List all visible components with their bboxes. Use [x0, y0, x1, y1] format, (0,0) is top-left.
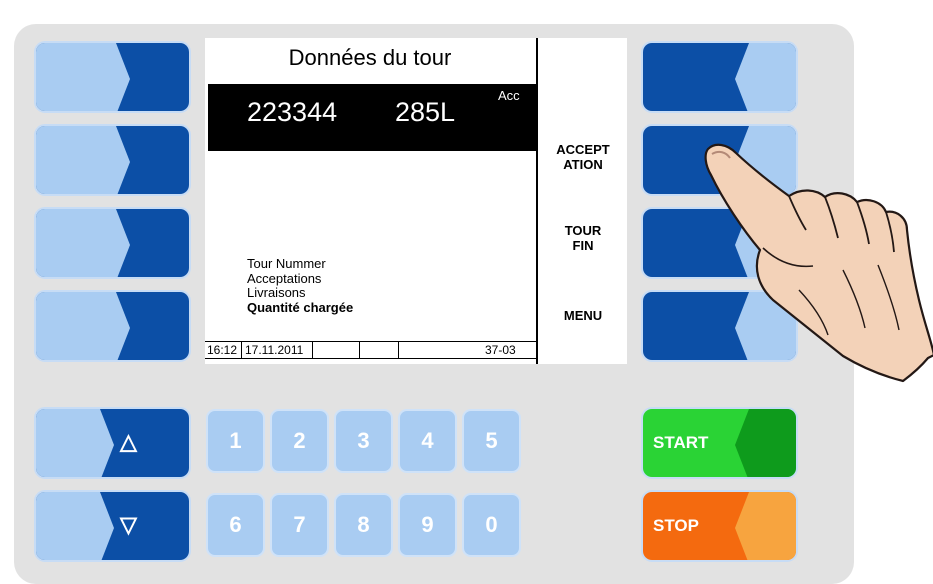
status-bar: 16:12 17.11.2011 37-03	[205, 341, 536, 359]
stop-button[interactable]: STOP	[641, 490, 798, 562]
key-3[interactable]: 3	[334, 409, 393, 473]
stop-label: STOP	[653, 516, 699, 535]
scroll-down-button[interactable]: ▽	[34, 490, 191, 562]
softkey-label-line: ACCEPT	[556, 142, 610, 157]
pointing-hand-icon	[704, 143, 933, 383]
softkey-label-tour-fin: TOUR FIN	[541, 223, 625, 253]
key-8[interactable]: 8	[334, 493, 393, 557]
info-acceptations: Acceptations	[247, 270, 322, 286]
key-4[interactable]: 4	[398, 409, 457, 473]
scroll-up-button[interactable]: △	[34, 407, 191, 479]
softkey-label-menu: MENU	[563, 308, 603, 323]
tour-data-bar: 223344 285L Acc	[208, 84, 536, 151]
info-quantite-chargee: Quantité chargée	[247, 299, 354, 315]
status-code: 37-03	[485, 343, 516, 357]
bar-truncated-label: Acc	[498, 88, 520, 103]
key-6[interactable]: 6	[206, 493, 265, 557]
left-softkey-3[interactable]	[34, 207, 191, 279]
left-softkey-2[interactable]	[34, 124, 191, 196]
right-softkey-1[interactable]	[641, 41, 798, 113]
status-date: 17.11.2011	[245, 343, 304, 357]
info-tour-nummer: Tour Nummer	[247, 256, 326, 271]
status-divider	[312, 342, 313, 358]
softkey-label-line: FIN	[572, 238, 594, 253]
down-arrow-icon: ▽	[120, 512, 137, 537]
volume-value: 285L	[395, 97, 456, 127]
key-7[interactable]: 7	[270, 493, 329, 557]
info-livraisons: Livraisons	[247, 285, 306, 300]
up-arrow-icon: △	[120, 429, 137, 454]
left-softkey-1[interactable]	[34, 41, 191, 113]
left-softkey-4[interactable]	[34, 290, 191, 362]
start-button[interactable]: START	[641, 407, 798, 479]
status-divider	[398, 342, 399, 358]
tour-number: 223344	[247, 97, 338, 127]
softkey-label-acceptation: ACCEPT ATION	[541, 142, 625, 172]
start-label: START	[653, 433, 709, 452]
status-time: 16:12	[207, 343, 238, 357]
screen-divider	[536, 38, 538, 364]
status-divider	[241, 342, 242, 358]
status-divider	[359, 342, 360, 358]
key-2[interactable]: 2	[270, 409, 329, 473]
key-1[interactable]: 1	[206, 409, 265, 473]
softkey-label-line: ATION	[563, 157, 603, 172]
key-5[interactable]: 5	[462, 409, 521, 473]
key-0[interactable]: 0	[462, 493, 521, 557]
display-screen: Données du tour 223344 285L Acc Tour Num…	[205, 38, 627, 364]
softkey-label-line: TOUR	[564, 223, 602, 238]
screen-title: Données du tour	[288, 45, 452, 70]
info-list: Tour Nummer Acceptations Livraisons Quan…	[247, 256, 354, 315]
key-9[interactable]: 9	[398, 493, 457, 557]
